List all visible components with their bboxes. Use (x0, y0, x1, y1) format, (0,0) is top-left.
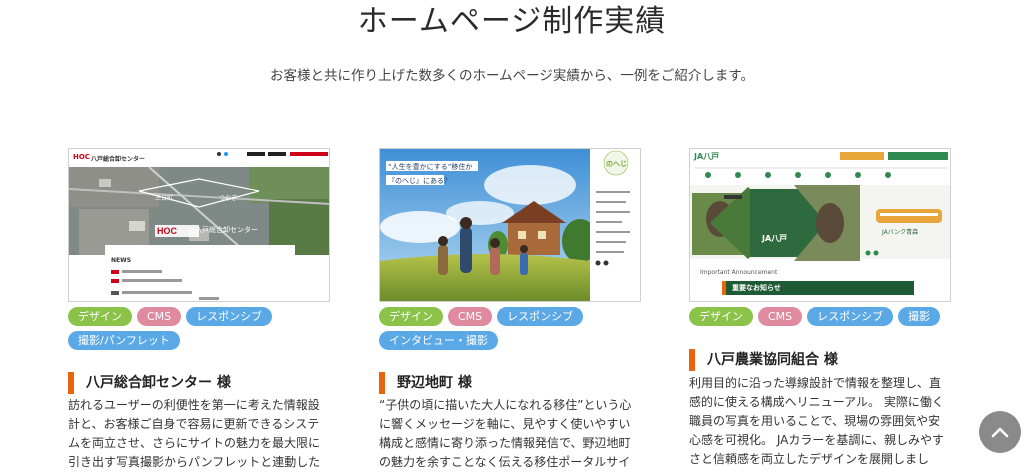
tag-cms: CMS (137, 307, 182, 326)
tag-list: デザイン CMS レスポンシブ 撮影/パンフレット (68, 307, 338, 350)
tag-design: デザイン (379, 307, 443, 326)
ja-notice: 重要なお知らせ (732, 284, 781, 292)
tag-cms: CMS (758, 307, 803, 326)
hoc-news-label: NEWS (111, 257, 132, 264)
work-description-ja-hachinohe: 利用目的に沿った導線設計で情報を整理し、直感的に使える構成へリニューアル。 実際… (689, 376, 944, 472)
ja-campaign: JAバンク青森 (882, 229, 919, 236)
hoc-site-name: 八戸総合卸センター (91, 156, 146, 163)
tag-cms: CMS (448, 307, 493, 326)
tag-responsive: レスポンシブ (807, 307, 894, 326)
tag-list: デザイン CMS レスポンシブ インタビュー・撮影 (379, 307, 649, 350)
work-description-noheji: “子供の頃に描いた大人になれる移住”という心に響くメッセージを軸に、見やすく使い… (379, 398, 632, 469)
page-title: ホームページ制作実績 (357, 4, 667, 39)
chevron-up-icon (991, 427, 1009, 438)
tag-photo-pamphlet: 撮影/パンフレット (68, 331, 180, 350)
work-description-hoc: 訪れるユーザーの利便性を第一に考えた情報設計と、お客様ご自身で容易に更新できるシ… (68, 398, 321, 469)
hoc-area-right: つなぎ (219, 195, 238, 202)
tag-design: デザイン (689, 307, 753, 326)
work-thumbnail-hoc[interactable]: HOC HOC 八戸総合卸センター 八戸総合卸センター 三日町 つなぎ NEWS (68, 148, 330, 302)
ja-site-mockup (690, 149, 950, 301)
tag-interview-photo: インタビュー・撮影 (379, 331, 498, 350)
ja-hero-text: JA八戸 (762, 234, 788, 243)
noheji-headline-1: “人生を豊かにする”移住か (388, 163, 473, 171)
tag-list: デザイン CMS レスポンシブ 撮影 (689, 307, 959, 326)
ja-brand: JA八戸 (694, 152, 720, 161)
tag-responsive: レスポンシブ (497, 307, 584, 326)
noheji-brand: のへじ (606, 160, 627, 168)
work-thumbnail-ja-hachinohe[interactable]: JA八戸 JA八戸 JAバンク青森 Important Announcement… (689, 148, 951, 302)
work-title-noheji: 野辺地町 様 (379, 372, 472, 394)
hoc-logo-overlay: HOC (157, 226, 178, 236)
noheji-headline-2: 『のへじ』にある？ (388, 177, 451, 185)
hoc-hero-caption: 八戸総合卸センター (195, 226, 258, 234)
ja-announcement: Important Announcement (700, 269, 778, 276)
hoc-area-left: 三日町 (155, 195, 174, 202)
scroll-to-top-button[interactable] (979, 411, 1021, 453)
tag-photo: 撮影 (898, 307, 941, 326)
work-title-hoc: 八戸総合卸センター 様 (68, 372, 231, 394)
hoc-logo: HOC (73, 153, 90, 161)
tag-responsive: レスポンシブ (186, 307, 273, 326)
page-lead: お客様と共に作り上げた数多くのホームページ実績から、一例をご紹介します。 (270, 68, 754, 84)
work-thumbnail-noheji[interactable]: “人生を豊かにする”移住か 『のへじ』にある？ のへじ (379, 148, 641, 302)
work-title-ja-hachinohe: 八戸農業協同組合 様 (689, 349, 838, 371)
tag-design: デザイン (68, 307, 132, 326)
